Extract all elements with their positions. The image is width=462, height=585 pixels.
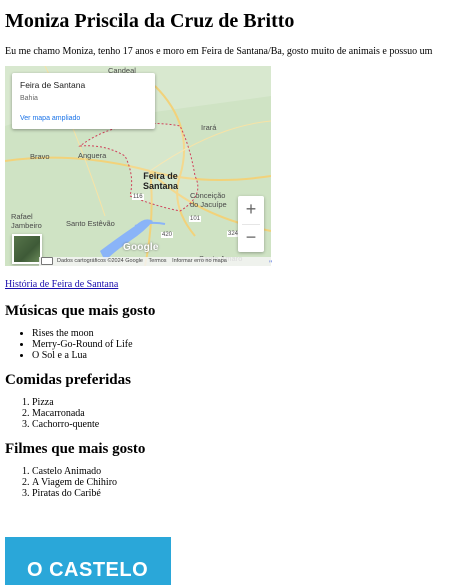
music-list: Rises the moon Merry-Go-Round of Life O …	[5, 328, 462, 361]
road-420: 420	[161, 232, 174, 238]
view-larger-map-link[interactable]: Ver mapa ampliado	[20, 115, 80, 122]
list-item: Castelo Animado	[32, 466, 462, 477]
map-report-link[interactable]: Informar erro no mapa	[172, 258, 227, 264]
place-conceicao-line1: Conceição	[190, 191, 226, 200]
keyboard-shortcuts-icon[interactable]	[41, 257, 53, 265]
road-101: 101	[189, 216, 202, 222]
place-bravo: Bravo	[30, 152, 50, 161]
map-card-title: Feira de Santana	[20, 80, 86, 90]
map-info-card: Feira de Santana Bahia Ver mapa ampliado	[12, 73, 155, 129]
poster-title: O CASTELO	[27, 559, 149, 581]
zoom-in-button[interactable]: +	[238, 196, 264, 223]
road-116: 116	[132, 194, 144, 200]
movies-list: Castelo Animado A Viagem de Chihiro Pira…	[5, 466, 462, 499]
map-card-subtitle: Bahia	[20, 95, 38, 102]
place-rafael-jambeiro: Rafael Jambeiro	[11, 212, 42, 230]
map-data-attribution: Dados cartográficos ©2024 Google	[57, 258, 143, 264]
food-heading: Comidas preferidas	[5, 372, 131, 388]
embedded-map[interactable]: Candeal Irará Bravo Anguera Feira de San…	[5, 66, 271, 266]
history-link[interactable]: História de Feira de Santana	[5, 278, 462, 292]
place-conceicao: Conceição do Jacuípe	[190, 191, 227, 209]
city-label-line2: Santana	[143, 181, 179, 191]
list-item: Piratas do Caribé	[32, 488, 462, 499]
zoom-out-button[interactable]: −	[238, 224, 264, 251]
movie-poster-image: O CASTELO	[5, 537, 171, 585]
list-item: Cachorro-quente	[32, 419, 462, 430]
list-item: A Viagem de Chihiro	[32, 477, 462, 488]
movies-heading: Filmes que mais gosto	[5, 441, 146, 457]
place-rafael-line2: Jambeiro	[11, 221, 42, 230]
page-title: Moniza Priscila da Cruz de Britto	[5, 10, 295, 32]
place-anguera: Anguera	[78, 151, 107, 160]
map-trailing-marker: "	[269, 259, 273, 268]
zoom-control: + −	[238, 196, 264, 252]
place-santo-estevao: Santo Estêvão	[66, 219, 115, 228]
google-logo: Google	[123, 242, 159, 253]
list-item: Rises the moon	[32, 328, 462, 339]
list-item: Merry-Go-Round of Life	[32, 339, 462, 350]
intro-paragraph: Eu me chamo Moniza, tenho 17 anos e moro…	[5, 46, 433, 57]
map-footer: Dados cartográficos ©2024 Google Termos …	[39, 257, 271, 266]
satellite-layer-toggle[interactable]	[12, 234, 42, 264]
city-feira-de-santana: Feira de Santana	[143, 171, 178, 191]
list-item: Macarronada	[32, 408, 462, 419]
place-irara: Irará	[201, 123, 217, 132]
place-rafael-line1: Rafael	[11, 212, 33, 221]
place-conceicao-line2: do Jacuípe	[190, 200, 227, 209]
city-label-line1: Feira de	[143, 171, 178, 181]
map-terms-link[interactable]: Termos	[149, 258, 167, 264]
music-heading: Músicas que mais gosto	[5, 303, 156, 319]
list-item: O Sol e a Lua	[32, 350, 462, 361]
page-content: Moniza Priscila da Cruz de Britto Eu me …	[5, 0, 462, 499]
food-list: Pizza Macarronada Cachorro-quente	[5, 397, 462, 430]
list-item: Pizza	[32, 397, 462, 408]
